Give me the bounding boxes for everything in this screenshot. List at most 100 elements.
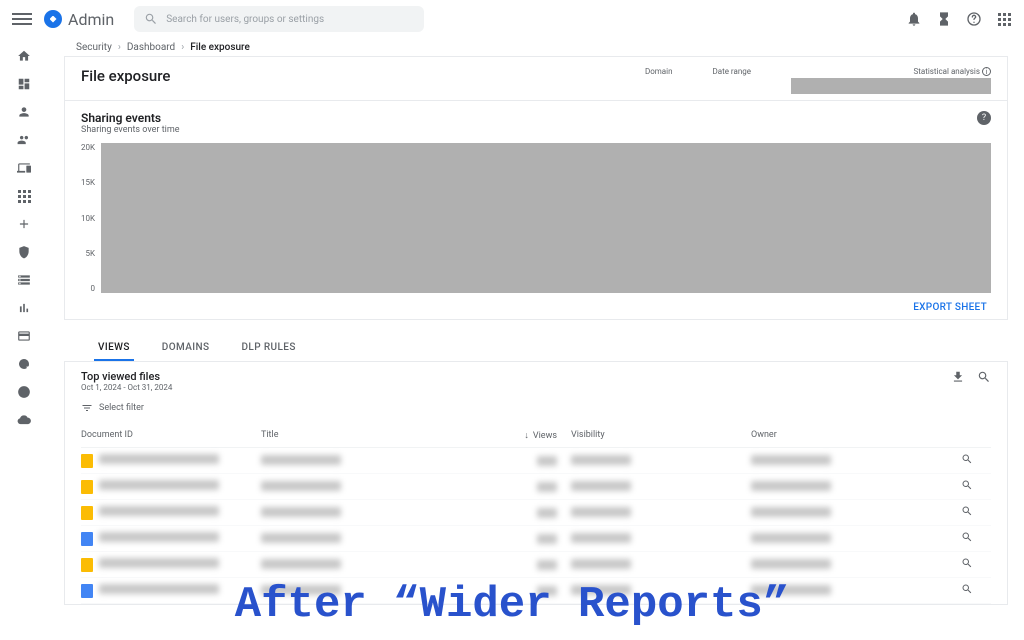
file-icon bbox=[81, 506, 93, 520]
file-icon bbox=[81, 532, 93, 546]
top-viewed-files-card: Top viewed files Oct 1, 2024 - Oct 31, 2… bbox=[64, 362, 1008, 605]
main-content: File exposure Domain Date range Statisti… bbox=[64, 56, 1008, 605]
menu-icon[interactable] bbox=[12, 9, 32, 29]
table-row[interactable] bbox=[81, 526, 991, 552]
obscured-text bbox=[261, 533, 341, 543]
download-icon[interactable] bbox=[951, 370, 965, 384]
file-icon bbox=[81, 480, 93, 494]
rail-storage-icon[interactable] bbox=[16, 272, 32, 288]
chevron-right-icon: › bbox=[118, 42, 121, 53]
obscured-text bbox=[571, 559, 631, 569]
col-owner[interactable]: Owner bbox=[751, 430, 961, 441]
table-row[interactable] bbox=[81, 448, 991, 474]
rail-devices-icon[interactable] bbox=[16, 160, 32, 176]
col-document-id[interactable]: Document ID bbox=[81, 430, 261, 441]
info-icon: i bbox=[982, 67, 991, 76]
col-views[interactable]: ↓Views bbox=[511, 430, 571, 441]
obscured-text bbox=[537, 534, 557, 544]
tab-views[interactable]: VIEWS bbox=[94, 336, 134, 361]
obscured-text bbox=[571, 507, 631, 517]
table-row[interactable] bbox=[81, 474, 991, 500]
help-icon[interactable]: ? bbox=[977, 111, 991, 125]
breadcrumb-current: File exposure bbox=[190, 42, 250, 53]
tab-domains[interactable]: DOMAINS bbox=[158, 336, 214, 361]
rail-support-icon[interactable] bbox=[16, 384, 32, 400]
obscured-text bbox=[751, 455, 831, 465]
rail-groups-icon[interactable] bbox=[16, 132, 32, 148]
header-filters: Domain Date range Statistical analysisi bbox=[645, 67, 991, 94]
topbar-actions bbox=[906, 11, 1012, 27]
obscured-text bbox=[99, 558, 219, 568]
obscured-text bbox=[261, 481, 341, 491]
chart-body-obscured bbox=[101, 143, 991, 293]
obscured-text bbox=[261, 559, 341, 569]
col-title[interactable]: Title bbox=[261, 430, 511, 441]
zoom-icon[interactable] bbox=[977, 370, 991, 384]
obscured-text bbox=[751, 481, 831, 491]
filter-label: Select filter bbox=[99, 403, 144, 413]
timer-icon[interactable] bbox=[936, 11, 952, 27]
obscured-text bbox=[99, 454, 219, 464]
search-icon bbox=[144, 12, 158, 26]
table-header: Document ID Title ↓Views Visibility Owne… bbox=[81, 424, 991, 448]
filter-bar[interactable]: Select filter bbox=[81, 402, 991, 414]
table-subtitle: Oct 1, 2024 - Oct 31, 2024 bbox=[81, 383, 172, 392]
rail-reports-icon[interactable] bbox=[16, 300, 32, 316]
breadcrumb-item[interactable]: Security bbox=[76, 42, 112, 53]
sort-down-icon: ↓ bbox=[524, 430, 529, 441]
notifications-icon[interactable] bbox=[906, 11, 922, 27]
obscured-text bbox=[99, 480, 219, 490]
obscured-text bbox=[537, 560, 557, 570]
caption-text: After “Wider Reports” bbox=[0, 580, 1024, 630]
filter-icon bbox=[81, 402, 93, 414]
obscured-text bbox=[571, 481, 631, 491]
filter-date-range[interactable]: Date range bbox=[712, 67, 751, 76]
top-bar: Admin Search for users, groups or settin… bbox=[0, 0, 1024, 38]
left-nav-rail bbox=[0, 38, 48, 640]
page-header: File exposure Domain Date range Statisti… bbox=[64, 56, 1008, 100]
filter-statistical-analysis[interactable]: Statistical analysisi bbox=[914, 67, 992, 76]
zoom-icon[interactable] bbox=[961, 557, 973, 569]
page-title: File exposure bbox=[81, 67, 170, 85]
breadcrumb-item[interactable]: Dashboard bbox=[127, 42, 175, 53]
zoom-icon[interactable] bbox=[961, 505, 973, 517]
rail-apps-icon[interactable] bbox=[16, 188, 32, 204]
help-icon[interactable] bbox=[966, 11, 982, 27]
search-placeholder: Search for users, groups or settings bbox=[166, 14, 324, 25]
card-title: Sharing events bbox=[81, 111, 180, 125]
export-sheet-button[interactable]: EXPORT SHEET bbox=[913, 302, 987, 313]
zoom-icon[interactable] bbox=[961, 453, 973, 465]
rail-atsign-icon[interactable] bbox=[16, 356, 32, 372]
zoom-icon[interactable] bbox=[961, 531, 973, 543]
chevron-right-icon: › bbox=[181, 42, 184, 53]
rail-person-icon[interactable] bbox=[16, 104, 32, 120]
filter-domain[interactable]: Domain bbox=[645, 67, 673, 76]
zoom-icon[interactable] bbox=[961, 479, 973, 491]
search-input[interactable]: Search for users, groups or settings bbox=[134, 6, 424, 32]
apps-icon[interactable] bbox=[996, 11, 1012, 27]
rail-security-icon[interactable] bbox=[16, 244, 32, 260]
rail-dashboard-icon[interactable] bbox=[16, 76, 32, 92]
obscured-text bbox=[537, 508, 557, 518]
rail-billing-icon[interactable] bbox=[16, 328, 32, 344]
obscured-text bbox=[571, 455, 631, 465]
obscured-text bbox=[571, 533, 631, 543]
rail-cloud-icon[interactable] bbox=[16, 412, 32, 428]
obscured-text bbox=[261, 455, 341, 465]
sharing-events-card: Sharing events Sharing events over time … bbox=[64, 100, 1008, 320]
admin-logo-icon bbox=[44, 10, 62, 28]
table-row[interactable] bbox=[81, 500, 991, 526]
file-icon bbox=[81, 454, 93, 468]
card-subtitle: Sharing events over time bbox=[81, 125, 180, 135]
sharing-events-chart: 20K 15K 10K 5K 0 bbox=[81, 143, 991, 293]
tab-dlp-rules[interactable]: DLP RULES bbox=[237, 336, 299, 361]
rail-add-icon[interactable] bbox=[16, 216, 32, 232]
tabs: VIEWS DOMAINS DLP RULES bbox=[64, 336, 1008, 362]
table-row[interactable] bbox=[81, 552, 991, 578]
obscured-text bbox=[537, 456, 557, 466]
rail-home-icon[interactable] bbox=[16, 48, 32, 64]
obscured-text bbox=[751, 533, 831, 543]
table-title: Top viewed files bbox=[81, 370, 172, 383]
col-visibility[interactable]: Visibility bbox=[571, 430, 751, 441]
obscured-text bbox=[751, 507, 831, 517]
